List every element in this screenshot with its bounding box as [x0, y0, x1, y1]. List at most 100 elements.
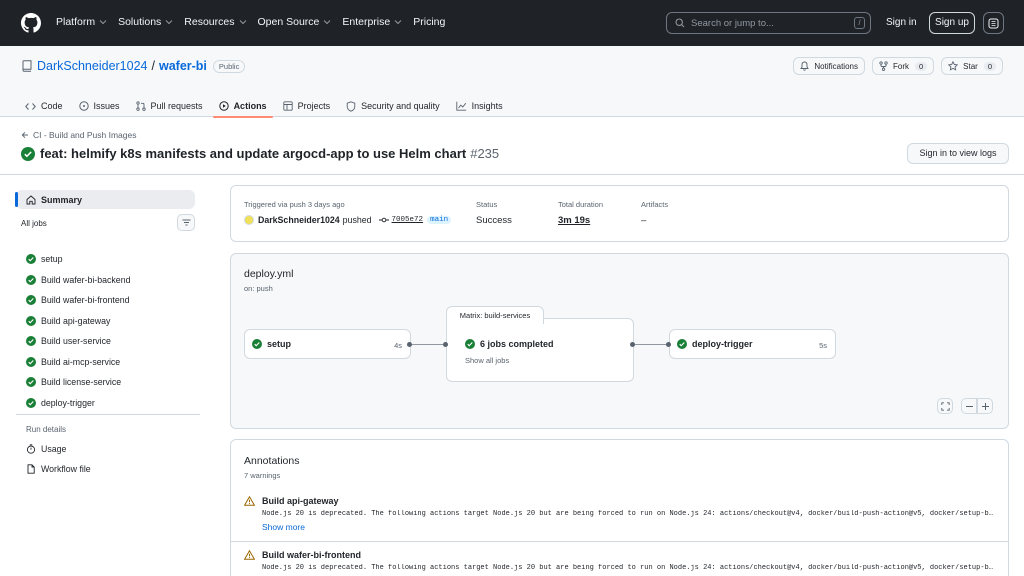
repo-title: DarkSchneider1024 / wafer-bi Public	[22, 59, 246, 73]
star-label: Star	[963, 61, 978, 71]
graph-connector	[634, 344, 669, 345]
tab-insights[interactable]: Insights	[455, 95, 503, 117]
nav-open-source[interactable]: Open Source	[258, 16, 332, 28]
github-logo-icon[interactable]	[21, 13, 41, 33]
tab-actions-label: Actions	[233, 101, 267, 111]
sidebar-job-deploy-trigger[interactable]: deploy-trigger	[26, 393, 130, 414]
job-node-name: setup	[267, 339, 292, 349]
play-circle-icon	[218, 101, 229, 111]
annotations-count: 7 warnings	[244, 471, 281, 480]
warning-icon	[244, 550, 255, 560]
search-input[interactable]: Search or jump to... /	[666, 12, 871, 34]
graph-connector-dot	[666, 342, 671, 347]
nav-solutions[interactable]: Solutions	[118, 16, 173, 28]
star-button[interactable]: Star 0	[941, 57, 1003, 75]
fork-button[interactable]: Fork 0	[871, 57, 935, 75]
chevron-down-icon	[324, 20, 331, 25]
run-number: #235	[470, 146, 500, 161]
tab-issues-label: Issues	[93, 101, 120, 111]
annotation-job-link[interactable]: Build api-gateway	[262, 496, 339, 506]
notifications-button[interactable]: Notifications	[793, 57, 865, 75]
tab-security[interactable]: Security and quality	[346, 95, 440, 117]
graph-connector-dot	[443, 342, 448, 347]
commit-icon	[378, 217, 389, 223]
graph-connector-dot	[407, 342, 412, 347]
job-node-row: 6 jobs completed	[465, 339, 554, 349]
tab-projects[interactable]: Projects	[282, 95, 330, 117]
duration-value[interactable]: 3m 19s	[558, 215, 590, 226]
check-circle-fill-icon	[677, 339, 687, 349]
graph-connector-dot	[630, 342, 635, 347]
repo-actions: Notifications Fork 0 Star 0	[793, 57, 1003, 75]
issue-icon	[78, 101, 89, 111]
nav-pricing[interactable]: Pricing	[413, 16, 445, 28]
sidebar-job-ai-mcp-service[interactable]: Build ai-mcp-service	[26, 352, 130, 373]
sign-in-link[interactable]: Sign in	[886, 17, 917, 28]
check-circle-fill-icon	[26, 254, 36, 265]
sidebar-job-api-gateway[interactable]: Build api-gateway	[26, 311, 130, 332]
avatar[interactable]	[244, 215, 254, 225]
stopwatch-icon	[26, 444, 36, 454]
repo-name-link[interactable]: wafer-bi	[159, 59, 207, 73]
show-all-jobs-link[interactable]: Show all jobs	[465, 356, 509, 365]
tab-issues[interactable]: Issues	[78, 95, 120, 117]
sidebar-item-summary[interactable]: Summary	[15, 190, 195, 209]
job-node-matrix[interactable]: 6 jobs completed Show all jobs	[446, 318, 634, 382]
sign-up-button[interactable]: Sign up	[929, 12, 975, 34]
tab-actions[interactable]: Actions	[212, 95, 273, 118]
show-more-link[interactable]: Show more	[262, 522, 1008, 532]
job-node-setup[interactable]: setup 4s	[244, 329, 411, 359]
fullscreen-icon	[940, 401, 950, 411]
search-icon	[675, 18, 685, 28]
tab-pull-requests[interactable]: Pull requests	[135, 95, 203, 117]
tab-code[interactable]: Code	[25, 95, 63, 117]
sidebar-job-license-service[interactable]: Build license-service	[26, 372, 130, 393]
chevron-down-icon	[165, 20, 173, 25]
annotation-job-link[interactable]: Build wafer-bi-frontend	[262, 550, 361, 560]
nav-resources[interactable]: Resources	[184, 16, 246, 28]
fullscreen-button[interactable]	[937, 398, 953, 414]
sidebar-item-usage[interactable]: Usage	[26, 444, 66, 454]
nav-enterprise[interactable]: Enterprise	[342, 16, 402, 28]
search-placeholder: Search or jump to...	[691, 17, 774, 29]
plus-icon	[981, 402, 989, 410]
commit-link[interactable]: 7005e72	[378, 216, 423, 224]
nav-pricing-label: Pricing	[413, 16, 446, 28]
sidebar-item-workflow-file[interactable]: Workflow file	[26, 464, 91, 474]
sidebar-job-user-service[interactable]: Build user-service	[26, 331, 130, 352]
zoom-out-button[interactable]	[961, 398, 977, 414]
job-node-duration: 4s	[394, 341, 402, 350]
matrix-label: Matrix: build-services	[446, 306, 544, 324]
job-node-deploy-trigger[interactable]: deploy-trigger 5s	[669, 329, 836, 359]
sidebar-job-label: Build license-service	[41, 377, 122, 388]
check-circle-fill-icon	[252, 339, 262, 349]
sidebar-job-frontend[interactable]: Build wafer-bi-frontend	[26, 290, 130, 311]
sidebar-job-label: Build api-gateway	[41, 315, 111, 326]
workflow-breadcrumb[interactable]: CI - Build and Push Images	[21, 130, 136, 140]
branch-badge[interactable]: main	[427, 216, 452, 224]
pusher-username[interactable]: DarkSchneider1024	[258, 215, 340, 225]
sidebar-job-setup[interactable]: setup	[26, 249, 130, 270]
visibility-badge: Public	[212, 59, 246, 73]
global-header: Platform Solutions Resources Open Source…	[0, 0, 1024, 46]
fork-icon	[879, 61, 888, 71]
page-title: feat: helmify k8s manifests and update a…	[21, 146, 499, 161]
workflow-file-name: deploy.yml	[244, 268, 294, 280]
job-node-row: deploy-trigger	[677, 339, 753, 349]
sidebar-job-backend[interactable]: Build wafer-bi-backend	[26, 270, 130, 291]
filter-jobs-button[interactable]	[177, 214, 195, 231]
zoom-in-button[interactable]	[977, 398, 993, 414]
nav-platform[interactable]: Platform	[56, 16, 107, 28]
status-label: Status	[476, 200, 498, 209]
repo-owner-link[interactable]: DarkSchneider1024	[37, 59, 148, 73]
sign-in-to-view-logs-button[interactable]: Sign in to view logs	[907, 143, 1009, 164]
annotation-message: Node.js 20 is deprecated. The following …	[262, 510, 993, 518]
trigger-detail: DarkSchneider1024 pushed 7005e72 main	[244, 215, 452, 225]
arrow-left-icon	[21, 131, 28, 139]
annotation-header: Build api-gateway	[244, 496, 1008, 506]
sidebar-job-label: Build user-service	[41, 336, 111, 347]
search-shortcut-key: /	[854, 17, 865, 29]
pull-request-icon	[135, 101, 146, 111]
sidebar-job-label: Build wafer-bi-frontend	[41, 295, 130, 306]
command-palette-button[interactable]	[983, 12, 1004, 34]
